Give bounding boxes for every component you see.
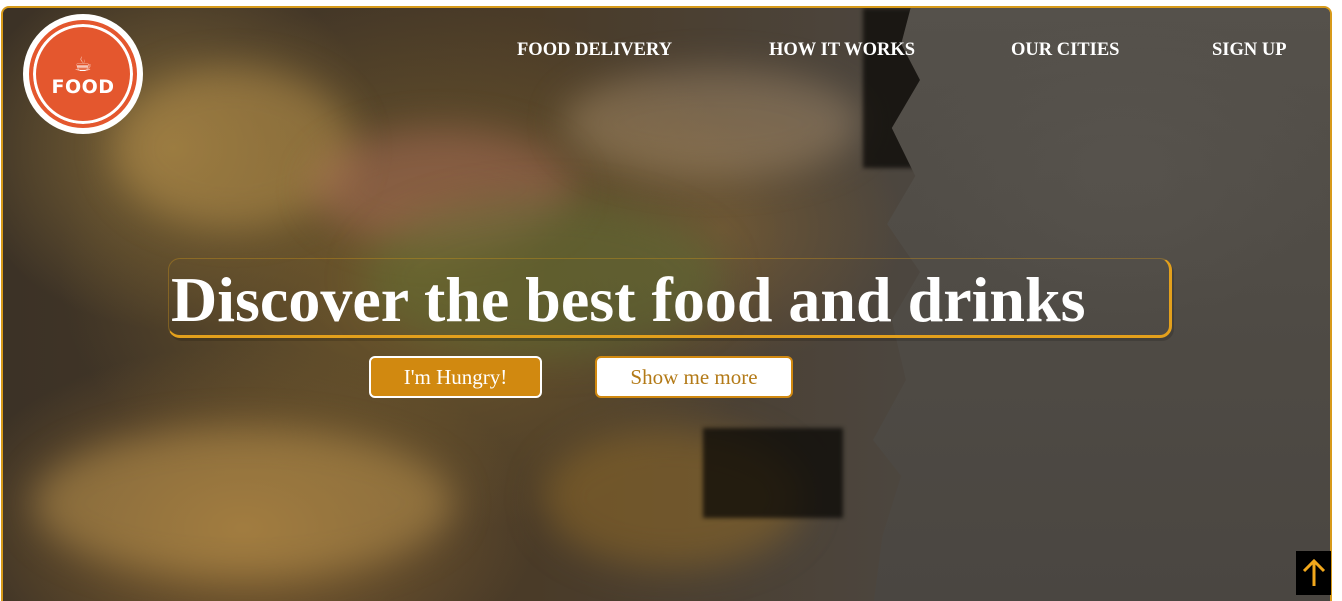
background-blob xyxy=(33,428,453,578)
nav-link-sign-up[interactable]: SIGN UP xyxy=(1212,40,1287,61)
background-blob xyxy=(563,68,863,178)
nav-link-our-cities[interactable]: OUR CITIES xyxy=(1011,40,1119,61)
scroll-to-top-button[interactable] xyxy=(1296,551,1331,595)
page-frame: ☕ FOOD FOOD DELIVERY HOW IT WORKS OUR CI… xyxy=(1,6,1332,601)
main-nav: FOOD DELIVERY HOW IT WORKS OUR CITIES SI… xyxy=(3,40,1330,64)
show-me-more-button[interactable]: Show me more xyxy=(595,356,793,398)
im-hungry-button[interactable]: I'm Hungry! xyxy=(369,356,542,398)
brush-stroke xyxy=(703,428,843,518)
hero-title: Discover the best food and drinks xyxy=(171,264,1086,335)
brand-logo[interactable]: ☕ FOOD xyxy=(23,14,143,134)
nav-link-how-it-works[interactable]: HOW IT WORKS xyxy=(769,40,915,61)
nav-link-food-delivery[interactable]: FOOD DELIVERY xyxy=(517,40,672,61)
logo-badge: ☕ FOOD xyxy=(29,20,137,128)
arrow-up-icon xyxy=(1302,558,1325,586)
logo-text: FOOD xyxy=(51,76,115,98)
